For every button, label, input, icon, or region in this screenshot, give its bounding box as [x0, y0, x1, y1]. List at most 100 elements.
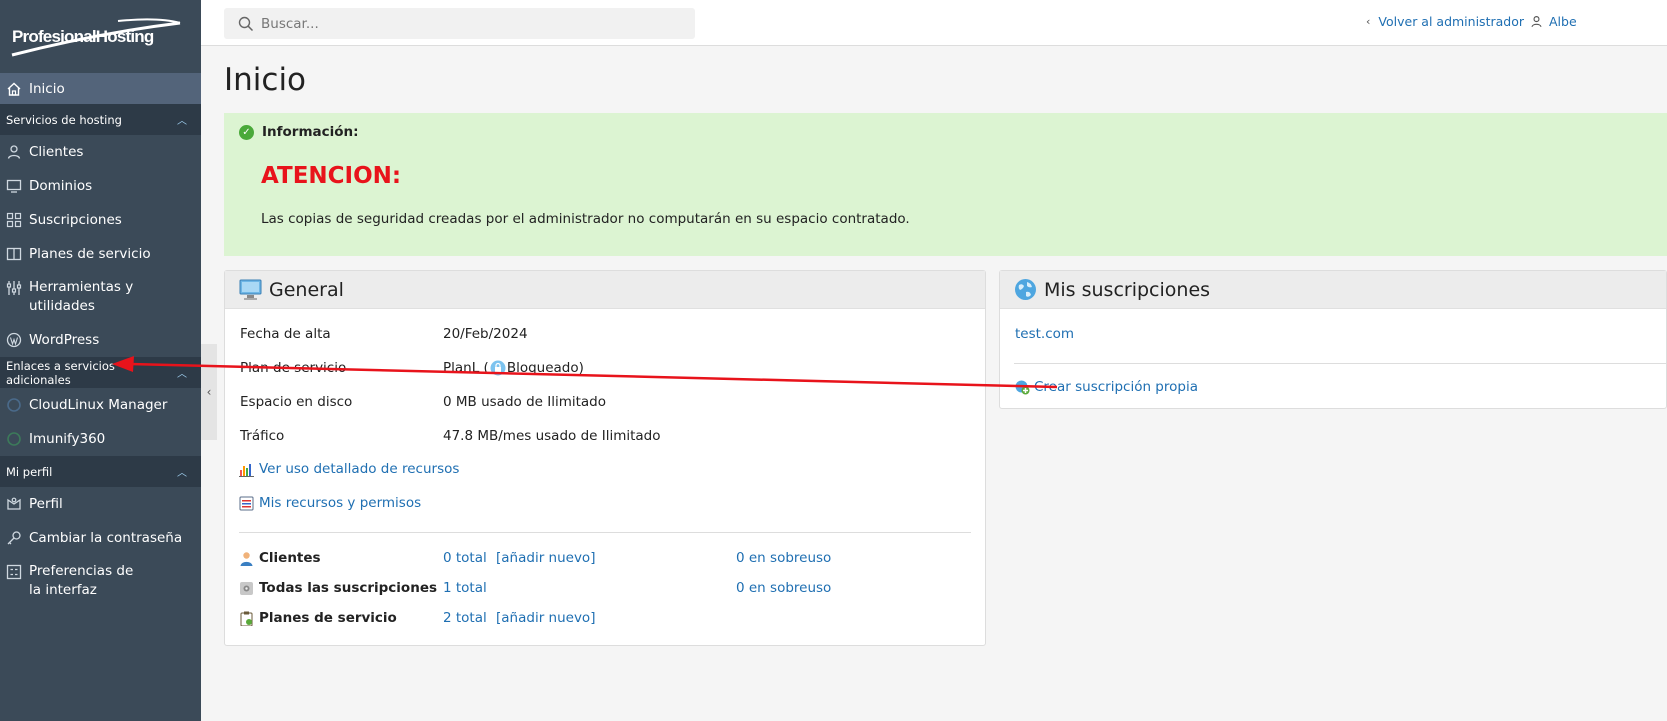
sidebar-collapse-button[interactable]: ‹	[201, 344, 217, 440]
sidebar-item-label: Inicio	[29, 80, 65, 97]
create-subscription-link[interactable]: Crear suscripción propia	[1015, 379, 1198, 395]
user-menu[interactable]: Albe	[1530, 14, 1577, 29]
logo-text: ProfesionalHosting	[12, 26, 154, 46]
label-trafico: Tráfico	[240, 428, 285, 444]
resources-permissions-label: Mis recursos y permisos	[259, 495, 422, 511]
sidebar-item-preferences[interactable]: Preferencias de la interfaz	[0, 555, 201, 607]
divider	[1014, 363, 1667, 364]
stat-suscripciones-total[interactable]: 1 total	[443, 580, 487, 596]
add-plan-link[interactable]: [añadir nuevo]	[496, 610, 595, 626]
sidebar-item-suscripciones[interactable]: Suscripciones	[0, 203, 201, 237]
create-subscription-label: Crear suscripción propia	[1034, 379, 1198, 395]
check-circle-icon: ✓	[239, 124, 254, 140]
stat-clientes-total[interactable]: 0 total	[443, 550, 487, 566]
stat-planes-total[interactable]: 2 total	[443, 610, 487, 626]
sliders-icon	[6, 280, 22, 296]
sidebar-item-label: Preferencias de la interfaz	[29, 563, 134, 598]
home-icon	[6, 81, 22, 97]
sidebar: ProfesionalHosting Inicio Servicios de h…	[0, 0, 201, 721]
sidebar-item-herramientas[interactable]: Herramientas y utilidades	[0, 271, 201, 323]
add-client-link[interactable]: [añadir nuevo]	[496, 550, 595, 566]
alert-title: ATENCION:	[261, 163, 402, 189]
info-heading-text: Información:	[262, 124, 359, 140]
monitor-icon	[6, 178, 22, 194]
list-icon	[239, 496, 254, 511]
profile-card-icon	[6, 496, 22, 512]
resources-permissions-link[interactable]: Mis recursos y permisos	[239, 495, 421, 511]
stat-label-text: Planes de servicio	[259, 610, 397, 626]
general-card: General Fecha de alta 20/Feb/2024 Plan d…	[224, 270, 986, 646]
user-icon	[1531, 16, 1542, 28]
back-to-admin-link[interactable]: ‹ Volver al administrador	[1366, 14, 1524, 29]
subscription-link[interactable]: test.com	[1015, 326, 1074, 342]
sidebar-item-dominios[interactable]: Dominios	[0, 169, 201, 203]
chevron-up-icon: ︿	[177, 468, 187, 479]
top-bar: ‹ Volver al administrador Albe	[201, 0, 1667, 46]
grid-icon	[6, 212, 22, 228]
label-fecha-alta: Fecha de alta	[240, 326, 331, 342]
sidebar-item-wordpress[interactable]: WordPress	[0, 323, 201, 357]
label-plan-servicio: Plan de servicio	[240, 360, 347, 376]
key-icon	[6, 530, 22, 546]
monitor-icon	[239, 279, 262, 301]
stat-label-text: Todas las suscripciones	[259, 580, 438, 596]
section-header-additional[interactable]: Enlaces a servicios adicionales ︿	[0, 357, 201, 388]
sidebar-item-label: Perfil	[29, 496, 63, 512]
general-card-title: General	[269, 278, 344, 301]
imunify-icon	[6, 431, 22, 447]
user-name: Albe	[1549, 14, 1577, 29]
lock-icon	[490, 360, 506, 376]
book-icon	[6, 246, 22, 262]
general-card-header: General	[225, 271, 985, 309]
subscriptions-card-title: Mis suscripciones	[1044, 278, 1211, 301]
search-input[interactable]	[261, 15, 681, 32]
value-espacio-disco: 0 MB usado de Ilimitado	[443, 394, 607, 410]
stat-suscripciones-overuse[interactable]: 0 en sobreuso	[736, 580, 831, 596]
info-text: Las copias de seguridad creadas por el a…	[261, 211, 910, 227]
subscriptions-card: Mis suscripciones test.com Crear suscrip…	[999, 270, 1667, 409]
plan-name: PlanL (	[443, 360, 489, 376]
globe-icon	[1014, 278, 1037, 301]
section-header-profile[interactable]: Mi perfil ︿	[0, 456, 201, 487]
info-heading: ✓ Información:	[239, 124, 359, 140]
resource-usage-link[interactable]: Ver uso detallado de recursos	[239, 461, 459, 477]
user-icon	[239, 551, 254, 566]
section-header-hosting[interactable]: Servicios de hosting ︿	[0, 104, 201, 135]
search-icon	[238, 16, 254, 31]
chevron-left-icon: ‹	[206, 385, 212, 399]
sidebar-item-inicio[interactable]: Inicio	[0, 73, 201, 104]
sidebar-item-label: Cambiar la contraseña	[29, 530, 183, 546]
stat-clientes-overuse[interactable]: 0 en sobreuso	[736, 550, 831, 566]
logo[interactable]: ProfesionalHosting	[0, 0, 201, 73]
stat-label-planes: Planes de servicio	[239, 610, 397, 626]
sidebar-item-perfil[interactable]: Perfil	[0, 487, 201, 521]
chevron-up-icon: ︿	[177, 369, 187, 380]
sidebar-item-label: Herramientas y utilidades	[29, 279, 134, 314]
divider	[239, 532, 971, 533]
subscription-gear-icon	[239, 581, 254, 596]
sidebar-item-label: Planes de servicio	[29, 246, 151, 262]
sidebar-item-clientes[interactable]: Clientes	[0, 135, 201, 169]
sidebar-item-label: CloudLinux Manager	[29, 397, 168, 413]
sidebar-item-label: Imunify360	[29, 431, 106, 447]
resource-usage-label: Ver uso detallado de recursos	[259, 461, 460, 477]
chevron-left-icon: ‹	[1366, 15, 1371, 28]
sidebar-item-planes[interactable]: Planes de servicio	[0, 237, 201, 271]
info-message: ✓ Información: ATENCION: Las copias de s…	[224, 113, 1667, 256]
value-plan-servicio: PlanL ( Bloqueado)	[443, 360, 584, 376]
page-title: Inicio	[224, 62, 307, 98]
label-espacio-disco: Espacio en disco	[240, 394, 353, 410]
sidebar-item-label: Dominios	[29, 178, 93, 194]
sidebar-item-label: Clientes	[29, 144, 84, 160]
search-box[interactable]	[224, 8, 695, 39]
sidebar-item-password[interactable]: Cambiar la contraseña	[0, 521, 201, 555]
bar-chart-icon	[239, 462, 254, 477]
sidebar-item-cloudlinux[interactable]: CloudLinux Manager	[0, 388, 201, 422]
back-to-admin-label: Volver al administrador	[1378, 14, 1524, 29]
globe-add-icon	[1015, 380, 1030, 395]
clipboard-icon	[239, 611, 254, 626]
sidebar-item-imunify[interactable]: Imunify360	[0, 422, 201, 456]
section-title: Enlaces a servicios adicionales	[6, 358, 115, 387]
cloudlinux-icon	[6, 397, 22, 413]
plan-status: Bloqueado)	[506, 360, 584, 376]
